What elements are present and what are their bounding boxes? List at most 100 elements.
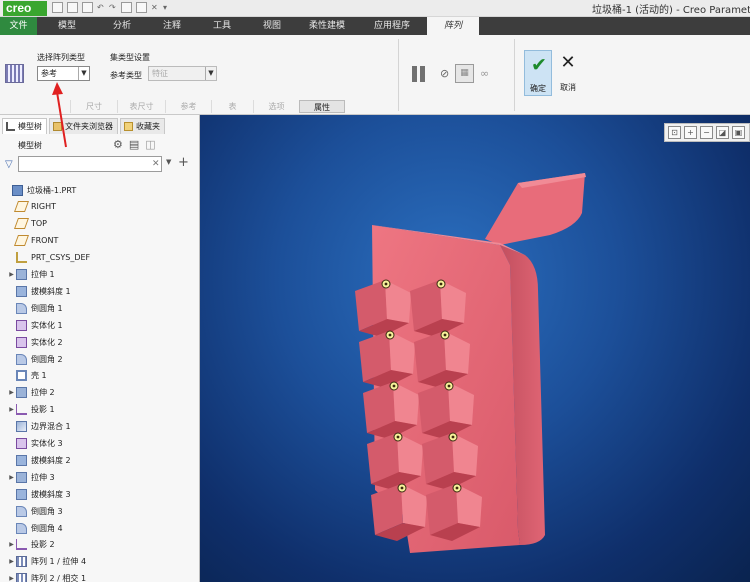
tab-tools[interactable]: 工具 <box>197 17 247 35</box>
panel-tabs: 模型树 文件夹浏览器 收藏夹 <box>0 118 200 135</box>
tree-item[interactable]: 倒圆角 2 <box>0 351 200 367</box>
add-icon[interactable]: + <box>178 155 189 171</box>
subtab-properties[interactable]: 属性 <box>299 100 345 113</box>
tree-item[interactable]: ▶ 投影 1 <box>0 402 200 418</box>
filter-icon[interactable]: ▽ <box>5 159 16 170</box>
blend-icon <box>16 421 27 433</box>
settings-icon[interactable]: ⚙ <box>113 138 123 152</box>
expand-arrow-icon[interactable]: ▶ <box>7 406 16 413</box>
set-type-select[interactable]: 特征 ▼ <box>148 66 217 81</box>
tree-item[interactable]: 实体化 1 <box>0 317 200 333</box>
tab-folder-browser[interactable]: 文件夹浏览器 <box>49 118 118 134</box>
pattern-marker-center <box>400 486 404 490</box>
columns-icon[interactable]: ◫ <box>145 138 155 152</box>
subtab-references[interactable]: 参考 <box>165 100 211 113</box>
clear-search-icon[interactable]: ✕ <box>152 157 160 171</box>
tree-item-label: 投影 1 <box>31 405 55 415</box>
customize-dropdown-icon[interactable]: ▾ <box>163 2 171 13</box>
tree-item[interactable]: 边界混合 1 <box>0 419 200 435</box>
expand-arrow-icon[interactable]: ▶ <box>7 389 16 396</box>
subtab-options[interactable]: 选项 <box>253 100 299 113</box>
set-type-group-label: 集类型设置 <box>110 53 150 62</box>
tree-item[interactable]: 壳 1 <box>0 368 200 384</box>
tab-annotate[interactable]: 注释 <box>147 17 197 35</box>
undo-icon[interactable]: ↶ <box>97 2 105 13</box>
part-model[interactable] <box>200 115 750 582</box>
tree-item[interactable]: TOP <box>0 216 200 232</box>
tree-item-label: FRONT <box>31 236 59 246</box>
creo-logo: creo <box>3 1 47 16</box>
tree-item[interactable]: 倒圆角 1 <box>0 300 200 316</box>
redo-icon[interactable]: ↷ <box>109 2 117 13</box>
tree-item[interactable]: 倒圆角 4 <box>0 520 200 536</box>
expand-arrow-icon[interactable]: ▶ <box>7 541 16 548</box>
close-window-icon[interactable]: ✕ <box>151 2 159 13</box>
save-icon[interactable] <box>82 2 93 13</box>
tab-view[interactable]: 视图 <box>247 17 297 35</box>
datum-plane-icon <box>13 235 30 247</box>
solidify-icon <box>16 438 27 449</box>
chevron-down-icon[interactable]: ▼ <box>166 158 171 166</box>
tree-item-label: 拉伸 2 <box>31 388 55 398</box>
solidify-icon <box>16 319 27 331</box>
tab-applications[interactable]: 应用程序 <box>357 17 427 35</box>
tree-item[interactable]: ▶ 拉伸 1 <box>0 267 200 283</box>
expand-arrow-icon[interactable]: ▶ <box>7 558 16 565</box>
ok-button[interactable]: ✔ 确定 <box>524 50 552 96</box>
tree-item[interactable]: 实体化 3 <box>0 436 200 452</box>
tree-item[interactable]: RIGHT <box>0 199 200 215</box>
pause-icon[interactable] <box>412 66 428 82</box>
tab-flexible-modeling[interactable]: 柔性建模 <box>297 17 357 35</box>
graphics-viewport[interactable]: ⊡ + − ◪ ▣ <box>200 115 750 582</box>
tree-search-input[interactable] <box>18 156 162 172</box>
pattern-marker-center <box>443 333 447 337</box>
round-icon <box>16 505 27 517</box>
tree-item-label: 拉伸 3 <box>31 472 55 482</box>
tree-item-label: 投影 2 <box>31 540 55 550</box>
pattern-type-select[interactable]: 参考 ▼ <box>37 66 90 81</box>
open-file-icon[interactable] <box>67 2 78 13</box>
tree-item[interactable]: 倒圆角 3 <box>0 503 200 519</box>
tab-model[interactable]: 模型 <box>37 17 97 35</box>
tree-title: 模型树 <box>18 141 42 150</box>
tab-file[interactable]: 文件 <box>0 17 37 35</box>
tree-item[interactable]: 实体化 2 <box>0 334 200 350</box>
expand-arrow-icon[interactable]: ▶ <box>7 575 16 582</box>
ribbon-subtabs: 尺寸 表尺寸 参考 表 选项 属性 <box>70 100 345 113</box>
ribbon-tabs: 文件 模型 分析 注释 工具 视图 柔性建模 应用程序 阵列 <box>0 17 750 35</box>
expand-arrow-icon[interactable]: ▶ <box>7 474 16 481</box>
subtab-tables[interactable]: 表 <box>211 100 253 113</box>
tree-item[interactable]: FRONT <box>0 233 200 249</box>
window-icon[interactable] <box>136 2 147 13</box>
tree-item[interactable]: ▶ 拉伸 2 <box>0 385 200 401</box>
pattern-type-icon <box>5 64 24 83</box>
window-title: 垃圾桶-1 (活动的) - Creo Parametric <box>592 5 750 16</box>
glasses-icon[interactable]: ∞ <box>480 67 489 81</box>
new-file-icon[interactable] <box>52 2 63 13</box>
tree-item[interactable]: 拔模斜度 3 <box>0 486 200 502</box>
tab-analysis[interactable]: 分析 <box>97 17 147 35</box>
tree-item[interactable]: ▶ 阵列 2 / 相交 1 <box>0 571 200 582</box>
pattern-type-label: 选择阵列类型 <box>37 53 85 62</box>
tab-favorites[interactable]: 收藏夹 <box>120 118 165 134</box>
tree-item-label: 垃圾桶-1.PRT <box>27 185 77 195</box>
tree-item[interactable]: 拔模斜度 2 <box>0 452 200 468</box>
tree-item[interactable]: 拔模斜度 1 <box>0 283 200 299</box>
expand-arrow-icon[interactable]: ▶ <box>7 271 16 278</box>
regenerate-icon[interactable] <box>121 2 132 13</box>
tree-item[interactable]: ▶ 阵列 1 / 拉伸 4 <box>0 554 200 570</box>
no-preview-icon[interactable]: ⊘ <box>440 67 449 81</box>
show-icon[interactable]: ▤ <box>129 138 139 152</box>
title-bar: creo ↶ ↷ ✕ ▾ 垃圾桶-1 (活动的) - Creo Parametr… <box>0 0 750 17</box>
subtab-table-dimensions[interactable]: 表尺寸 <box>117 100 165 113</box>
tree-item[interactable]: ▶ 拉伸 3 <box>0 469 200 485</box>
subtab-dimensions[interactable]: 尺寸 <box>70 100 117 113</box>
tree-item[interactable]: ▶ 投影 2 <box>0 537 200 553</box>
tree-item[interactable]: PRT_CSYS_DEF <box>0 250 200 266</box>
preview-icon[interactable]: ▦ <box>455 64 474 83</box>
tree-item[interactable]: 垃圾桶-1.PRT <box>0 182 200 198</box>
extrude-icon <box>16 471 27 483</box>
tab-pattern[interactable]: 阵列 <box>427 17 479 35</box>
cancel-button[interactable]: ✕ 取消 <box>555 50 581 96</box>
tab-model-tree[interactable]: 模型树 <box>2 118 47 134</box>
